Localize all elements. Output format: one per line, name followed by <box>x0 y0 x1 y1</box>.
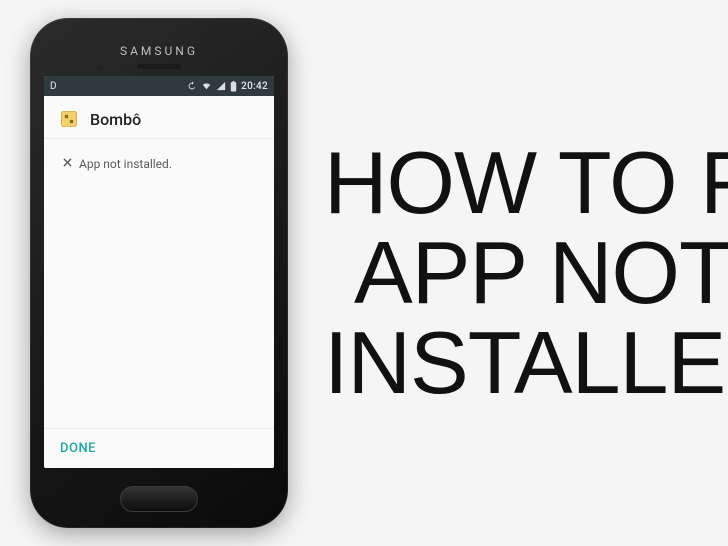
done-button[interactable]: DONE <box>60 441 96 456</box>
phone-screen: D <box>44 76 274 468</box>
home-button[interactable] <box>120 486 198 512</box>
package-installer-screen: Bombô App not installed. DONE <box>44 96 274 468</box>
headline: HOW TO FIX APP NOT INSTALLED <box>324 138 728 407</box>
wifi-icon <box>201 81 212 91</box>
installer-footer: DONE <box>44 428 274 468</box>
headline-line-2: APP NOT <box>324 228 728 318</box>
debug-icon: D <box>50 81 57 92</box>
battery-icon <box>230 81 237 92</box>
headline-line-1: HOW TO FIX <box>324 138 728 228</box>
android-statusbar: D <box>44 76 274 96</box>
phone-frame: SAMSUNG D <box>30 18 288 528</box>
phone-sensor <box>98 65 103 70</box>
rotate-icon <box>187 81 197 91</box>
install-status-row: App not installed. <box>44 139 274 189</box>
installer-header: Bombô <box>44 96 274 139</box>
app-icon <box>58 108 80 130</box>
status-time: 20:42 <box>241 81 268 92</box>
app-name: Bombô <box>90 110 141 129</box>
headline-line-3: INSTALLED <box>324 318 728 408</box>
install-status-text: App not installed. <box>79 157 172 171</box>
phone-speaker <box>137 64 181 69</box>
error-icon <box>62 157 73 171</box>
phone-brand-label: SAMSUNG <box>30 44 288 58</box>
signal-icon <box>216 81 226 91</box>
